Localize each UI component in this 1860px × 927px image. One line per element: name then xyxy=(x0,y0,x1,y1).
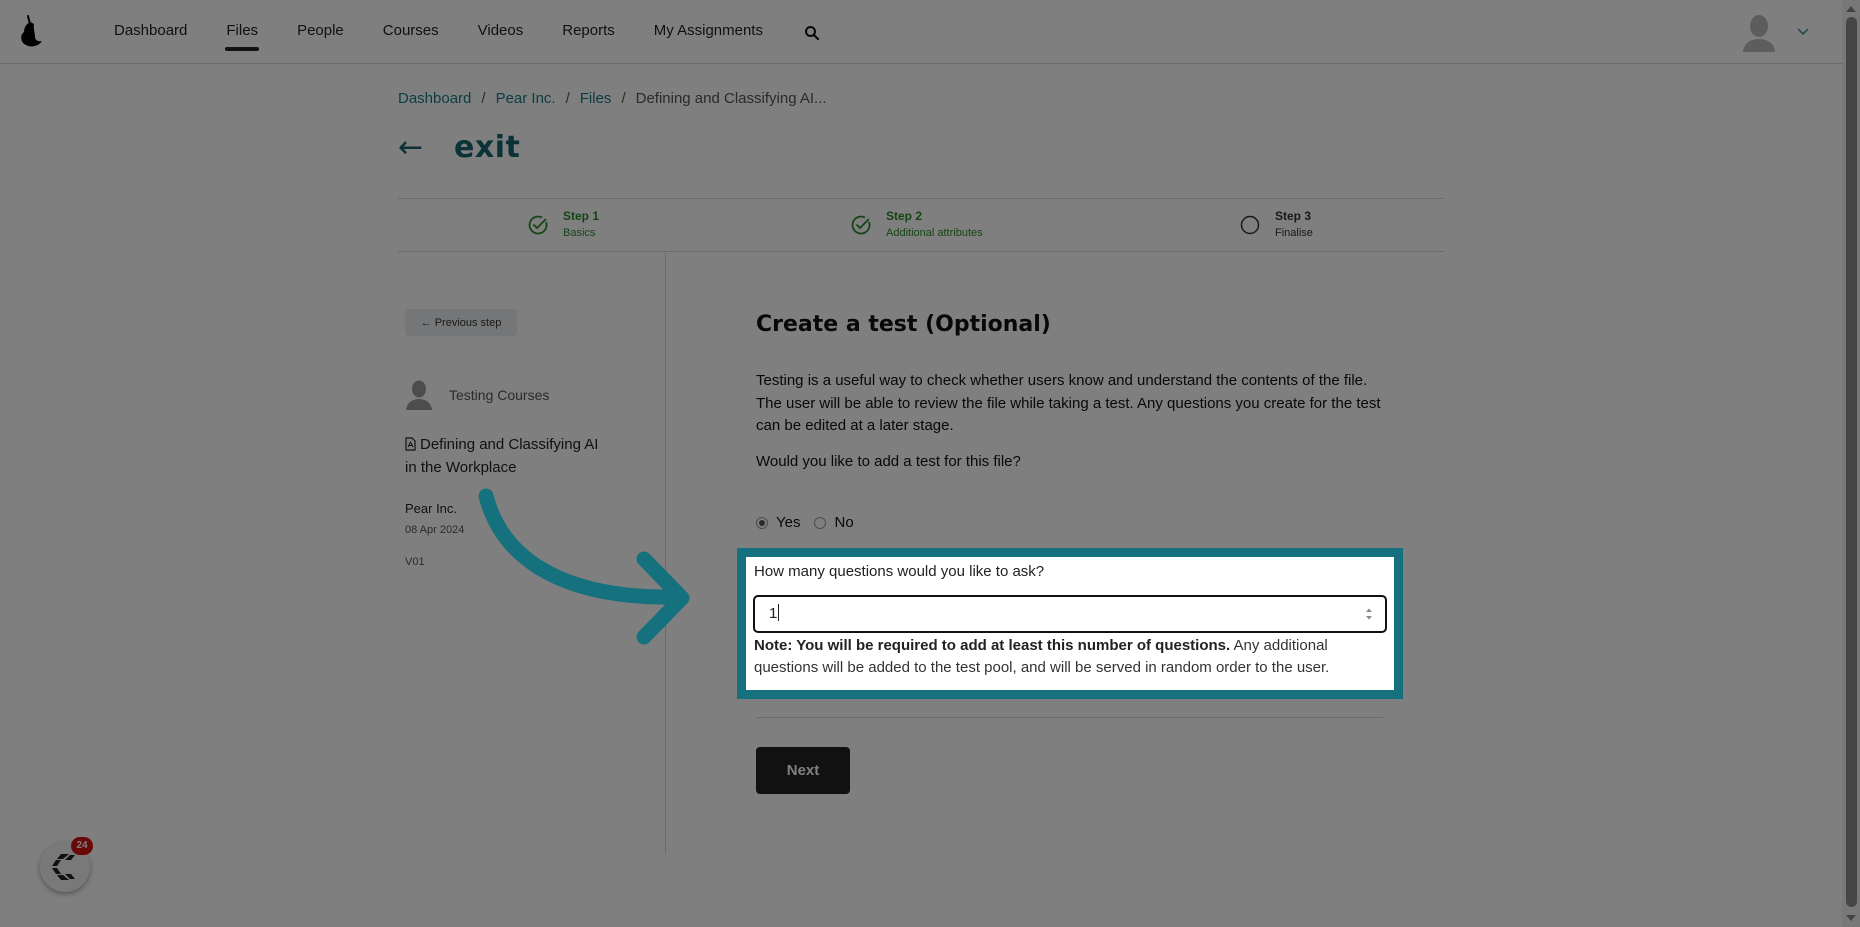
number-spinner-icon[interactable] xyxy=(1365,607,1373,621)
tutorial-overlay xyxy=(0,0,1860,927)
question-count-label: How many questions would you like to ask… xyxy=(754,563,1045,580)
question-count-input[interactable]: 1 xyxy=(753,595,1387,633)
callout-arrow-icon xyxy=(478,488,690,645)
question-count-note: Note: You will be required to add at lea… xyxy=(754,635,1384,679)
question-count-value: 1 xyxy=(769,605,778,622)
note-bold: Note: You will be required to add at lea… xyxy=(754,637,1231,654)
question-count-highlight: How many questions would you like to ask… xyxy=(737,548,1403,699)
text-caret xyxy=(778,604,780,621)
